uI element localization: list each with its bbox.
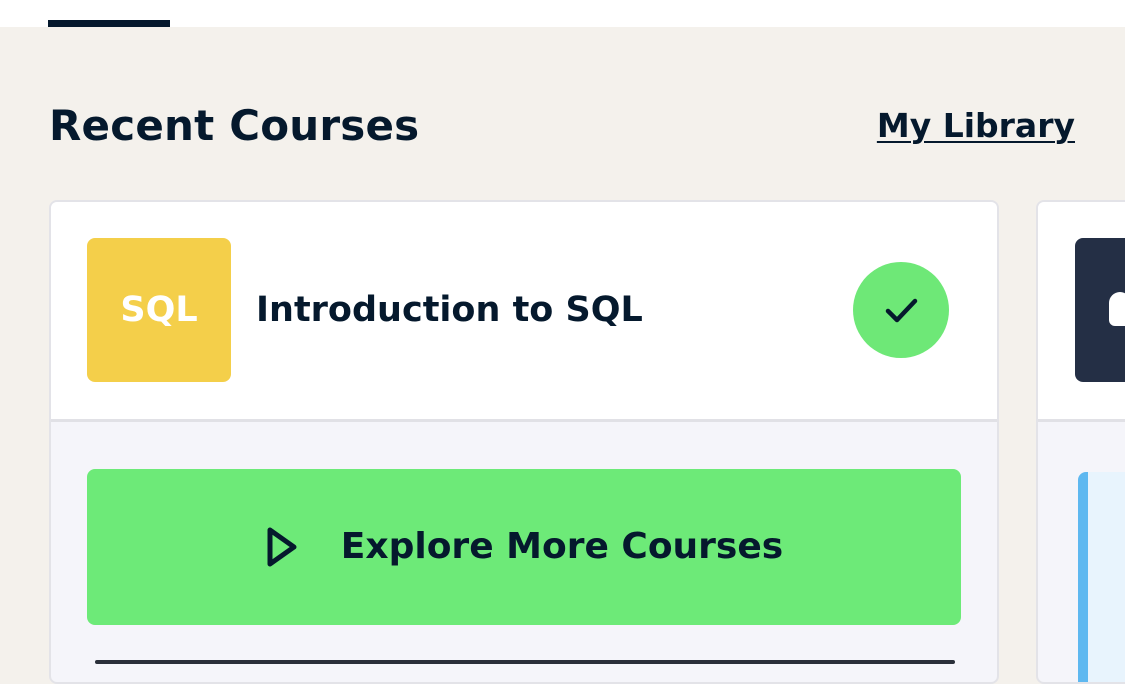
explore-more-courses-button[interactable]: Explore More Courses — [87, 469, 961, 625]
explore-button-label: Explore More Courses — [340, 526, 784, 567]
next-course-badge — [1075, 238, 1125, 382]
course-badge-text: SQL — [120, 290, 198, 330]
course-badge: SQL — [87, 238, 231, 382]
course-card-header[interactable]: SQL Introduction to SQL — [51, 202, 997, 422]
card-divider — [95, 660, 955, 664]
section-title: Recent Courses — [49, 101, 420, 150]
active-tab-indicator — [48, 20, 170, 27]
next-course-panel — [1078, 472, 1125, 682]
play-icon — [267, 527, 297, 567]
next-course-card[interactable] — [1036, 200, 1125, 684]
course-card: SQL Introduction to SQL Explore More Cou… — [49, 200, 999, 684]
course-logo-icon — [1109, 292, 1125, 326]
top-navigation-bar — [0, 0, 1125, 27]
next-course-card-header — [1038, 202, 1125, 422]
checkmark-icon — [885, 298, 918, 323]
course-title: Introduction to SQL — [256, 290, 643, 330]
completed-status-badge — [853, 262, 949, 358]
my-library-link[interactable]: My Library — [877, 105, 1075, 147]
